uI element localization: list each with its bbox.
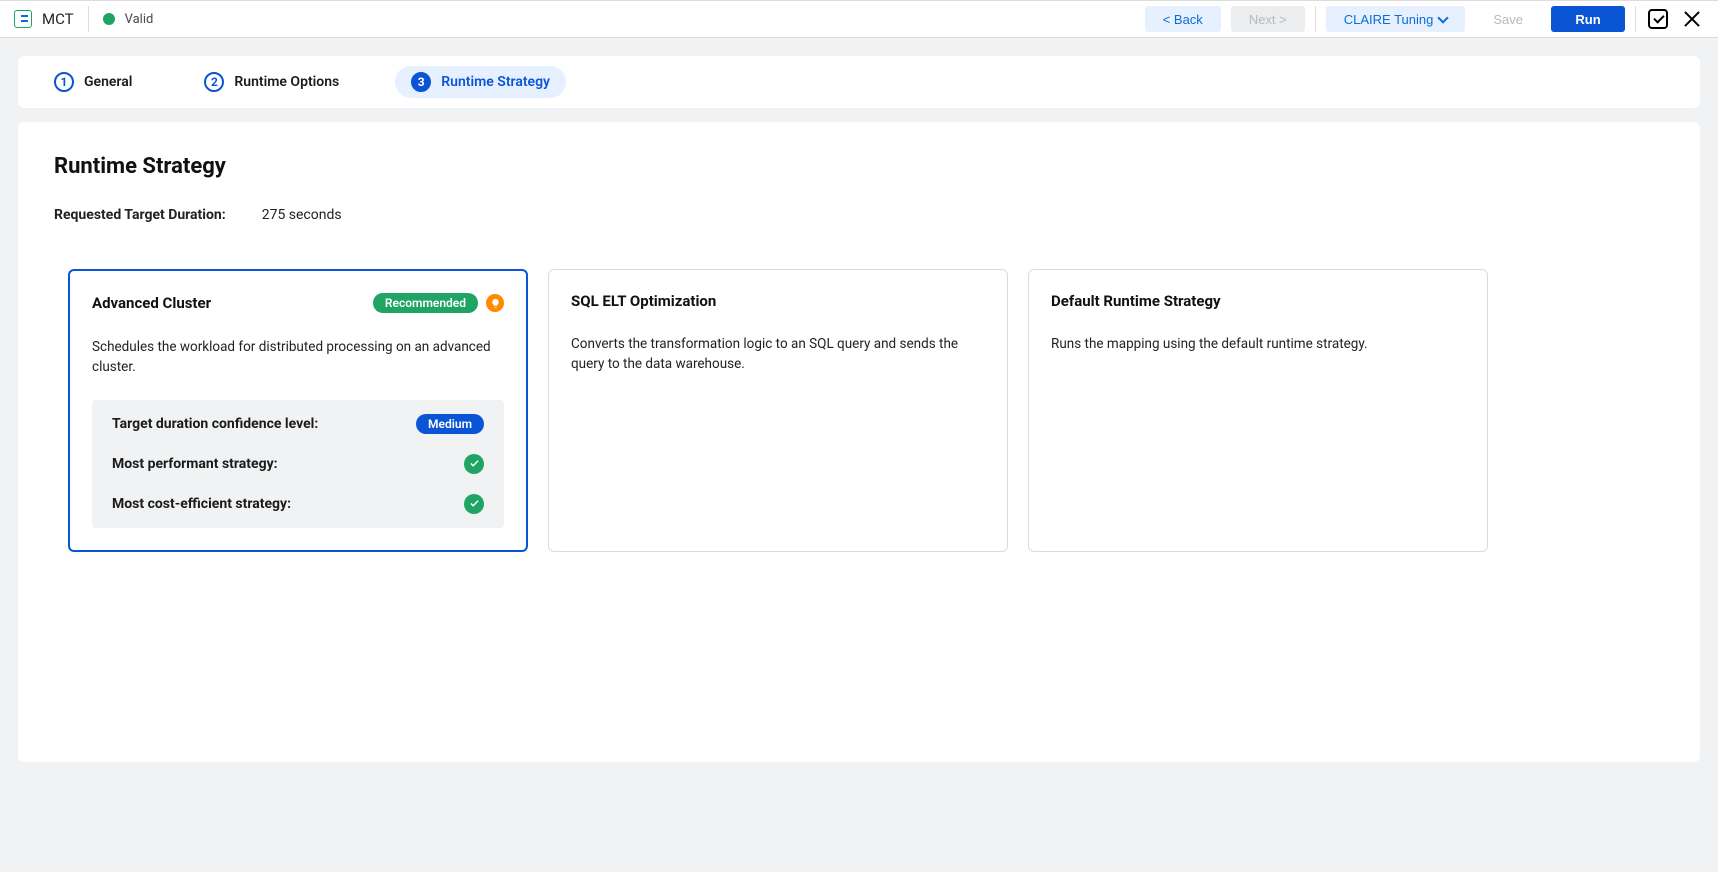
claire-tuning-dropdown[interactable]: CLAIRE Tuning bbox=[1326, 6, 1466, 32]
step-general[interactable]: 1 General bbox=[38, 66, 148, 98]
app-title: MCT bbox=[42, 10, 74, 28]
page-title: Runtime Strategy bbox=[54, 154, 1664, 179]
topbar-right: < Back Next > CLAIRE Tuning Save Run bbox=[1145, 6, 1704, 32]
save-button: Save bbox=[1475, 6, 1541, 32]
run-button[interactable]: Run bbox=[1551, 6, 1625, 32]
back-button[interactable]: < Back bbox=[1145, 6, 1221, 32]
card-description: Converts the transformation logic to an … bbox=[571, 334, 985, 375]
step-runtime-options[interactable]: 2 Runtime Options bbox=[188, 66, 355, 98]
card-description: Runs the mapping using the default runti… bbox=[1051, 334, 1465, 354]
status-indicator: Valid bbox=[103, 12, 154, 27]
next-button: Next > bbox=[1231, 6, 1305, 32]
step-number-icon: 1 bbox=[54, 72, 74, 92]
status-text: Valid bbox=[125, 12, 154, 27]
confidence-label: Target duration confidence level: bbox=[112, 416, 318, 432]
confidence-badge: Medium bbox=[416, 414, 484, 434]
card-default-runtime-strategy[interactable]: Default Runtime Strategy Runs the mappin… bbox=[1028, 269, 1488, 552]
claire-tuning-label: CLAIRE Tuning bbox=[1344, 12, 1434, 27]
chevron-down-icon bbox=[1438, 12, 1449, 23]
recommended-badge: Recommended bbox=[373, 293, 478, 313]
cost-label: Most cost-efficient strategy: bbox=[112, 496, 291, 512]
info-box: Target duration confidence level: Medium… bbox=[92, 400, 504, 528]
confidence-row: Target duration confidence level: Medium bbox=[92, 404, 504, 444]
cost-row: Most cost-efficient strategy: bbox=[92, 484, 504, 524]
step-number-icon: 2 bbox=[204, 72, 224, 92]
step-label: Runtime Strategy bbox=[441, 74, 550, 90]
step-label: Runtime Options bbox=[234, 74, 339, 90]
main-panel: Runtime Strategy Requested Target Durati… bbox=[18, 122, 1700, 762]
steps-bar: 1 General 2 Runtime Options 3 Runtime St… bbox=[18, 56, 1700, 108]
performance-row: Most performant strategy: bbox=[92, 444, 504, 484]
card-header: Advanced Cluster Recommended bbox=[92, 293, 504, 313]
topbar: MCT Valid < Back Next > CLAIRE Tuning Sa… bbox=[0, 0, 1718, 38]
lightbulb-icon bbox=[486, 294, 504, 312]
performance-label: Most performant strategy: bbox=[112, 456, 278, 472]
step-label: General bbox=[84, 74, 132, 90]
card-advanced-cluster[interactable]: Advanced Cluster Recommended Schedules t… bbox=[68, 269, 528, 552]
topbar-left: MCT bbox=[14, 10, 74, 28]
duration-label: Requested Target Duration: bbox=[54, 207, 226, 223]
step-number-icon: 3 bbox=[411, 72, 431, 92]
close-button[interactable] bbox=[1680, 7, 1704, 31]
card-header: SQL ELT Optimization bbox=[571, 292, 985, 310]
card-header: Default Runtime Strategy bbox=[1051, 292, 1465, 310]
duration-row: Requested Target Duration: 275 seconds bbox=[54, 207, 1664, 223]
card-title: Default Runtime Strategy bbox=[1051, 292, 1221, 310]
checkout-button[interactable] bbox=[1646, 7, 1670, 31]
step-runtime-strategy[interactable]: 3 Runtime Strategy bbox=[395, 66, 566, 98]
strategy-cards: Advanced Cluster Recommended Schedules t… bbox=[54, 269, 1664, 552]
divider bbox=[1635, 6, 1636, 32]
status-dot-icon bbox=[103, 13, 115, 25]
divider bbox=[1315, 6, 1316, 32]
checkout-icon bbox=[1648, 9, 1668, 29]
check-icon bbox=[464, 454, 484, 474]
app-icon bbox=[14, 10, 32, 28]
badge-wrap: Recommended bbox=[373, 293, 504, 313]
card-title: SQL ELT Optimization bbox=[571, 292, 716, 310]
close-icon bbox=[1683, 10, 1701, 28]
card-description: Schedules the workload for distributed p… bbox=[92, 337, 504, 378]
card-sql-elt-optimization[interactable]: SQL ELT Optimization Converts the transf… bbox=[548, 269, 1008, 552]
card-title: Advanced Cluster bbox=[92, 294, 211, 312]
duration-value: 275 seconds bbox=[262, 207, 342, 223]
check-icon bbox=[464, 494, 484, 514]
divider bbox=[88, 6, 89, 32]
page: 1 General 2 Runtime Options 3 Runtime St… bbox=[0, 38, 1718, 780]
